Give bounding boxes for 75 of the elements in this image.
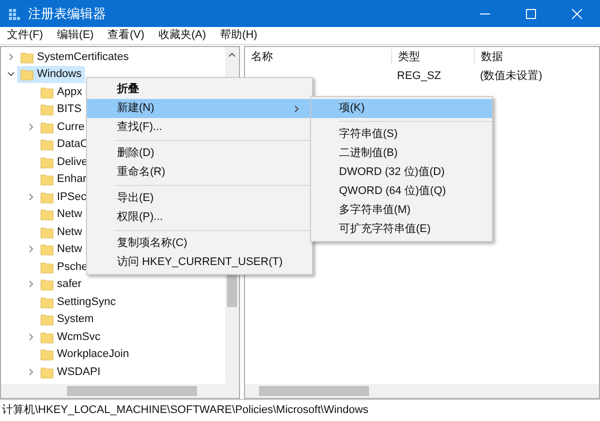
tree-item[interactable]: BITS — [37, 100, 84, 118]
tree-item[interactable]: Windows — [17, 66, 85, 83]
column-header[interactable]: 类型 — [391, 48, 474, 66]
scrollbar-thumb[interactable] — [67, 386, 197, 396]
window-title: 注册表编辑器 — [28, 4, 106, 23]
folder-icon — [20, 50, 34, 64]
tree-item[interactable]: Appx — [37, 83, 86, 100]
menu-item[interactable]: 字符串值(S) — [311, 125, 492, 144]
menu-bar-item[interactable]: 收藏夹(A) — [151, 27, 214, 44]
tree-item[interactable]: SettingSync — [37, 293, 119, 310]
menu-bar-item[interactable]: 编辑(E) — [50, 27, 101, 44]
tree-item[interactable]: safer — [37, 276, 84, 293]
folder-icon — [40, 294, 54, 309]
menu-item[interactable]: QWORD (64 位)值(Q) — [311, 182, 492, 201]
folder-icon — [40, 172, 54, 186]
horizontal-scrollbar[interactable] — [1, 384, 239, 398]
menu-bar-item[interactable]: 查看(V) — [100, 27, 152, 44]
folder-icon — [40, 224, 54, 239]
folder-icon — [40, 330, 54, 344]
folder-icon — [40, 364, 54, 379]
folder-icon — [40, 277, 54, 292]
folder-icon — [20, 67, 34, 82]
table-cell-text: (数值未设置) — [479, 68, 544, 84]
folder-icon — [40, 102, 54, 116]
folder-icon — [40, 347, 54, 362]
menu-item[interactable]: 导出(E) — [87, 189, 312, 208]
collapse-chevron-icon[interactable] — [7, 70, 15, 78]
menu-item[interactable]: 折叠 — [87, 80, 312, 99]
table-cell-text: REG_SZ — [396, 68, 442, 84]
folder-icon — [40, 120, 54, 134]
menu-bar-item[interactable]: 文件(F) — [0, 27, 50, 44]
scrollbar-thumb[interactable] — [259, 386, 369, 396]
maximize-icon — [526, 8, 536, 18]
expand-chevron-icon[interactable] — [7, 52, 15, 61]
column-header[interactable]: 数据 — [474, 48, 509, 66]
folder-icon — [40, 190, 54, 204]
menu-item[interactable]: 项(K) — [311, 99, 492, 118]
expand-chevron-icon[interactable] — [27, 122, 35, 131]
tree-item[interactable]: Curre — [37, 118, 88, 136]
tree-item[interactable]: WorkplaceJoin — [37, 346, 132, 363]
menu-item[interactable]: 二进制值(B) — [311, 144, 492, 163]
folder-icon — [40, 312, 54, 326]
expand-chevron-icon[interactable] — [27, 192, 35, 201]
folder-icon — [40, 242, 54, 256]
menu-item[interactable]: 复制项名称(C) — [87, 234, 312, 253]
folder-icon — [40, 260, 54, 274]
tree-item[interactable]: WcmSvc — [37, 328, 104, 346]
tree-item[interactable]: Enhar — [37, 170, 90, 188]
folder-icon — [40, 154, 54, 169]
menu-item[interactable]: DWORD (32 位)值(D) — [311, 163, 492, 182]
menu-item[interactable]: 新建(N) — [87, 99, 312, 118]
folder-icon — [40, 207, 54, 222]
tree-item[interactable]: SystemCertificates — [17, 48, 132, 66]
column-header[interactable]: 名称 — [245, 48, 391, 66]
expand-chevron-icon[interactable] — [27, 245, 35, 254]
menu-item[interactable]: 查找(F)... — [87, 118, 312, 137]
expand-chevron-icon[interactable] — [27, 332, 35, 341]
expand-chevron-icon[interactable] — [27, 280, 35, 288]
expand-chevron-icon[interactable] — [27, 368, 35, 376]
app-icon — [8, 6, 22, 20]
tree-item[interactable]: WSDAPI — [37, 363, 104, 380]
menu-item[interactable]: 多字符串值(M) — [311, 201, 492, 220]
status-bar-path: 计算机\HKEY_LOCAL_MACHINE\SOFTWARE\Policies\Microsoft\Windows — [1, 403, 370, 418]
folder-icon — [40, 137, 54, 152]
tree-item[interactable]: Netw — [37, 240, 86, 258]
close-icon — [572, 8, 582, 18]
folder-icon — [40, 84, 54, 99]
menu-bar-item[interactable]: 帮助(H) — [213, 27, 264, 44]
tree-item[interactable]: Netw — [37, 223, 86, 240]
tree-item[interactable]: Netw — [37, 206, 86, 223]
horizontal-scrollbar[interactable] — [245, 384, 599, 398]
menu-item[interactable]: 可扩充字符串值(E) — [311, 220, 492, 239]
tree-item[interactable]: IPSec — [37, 188, 90, 206]
menu-item[interactable]: 权限(P)... — [87, 208, 312, 227]
tree-item[interactable]: System — [37, 310, 97, 328]
